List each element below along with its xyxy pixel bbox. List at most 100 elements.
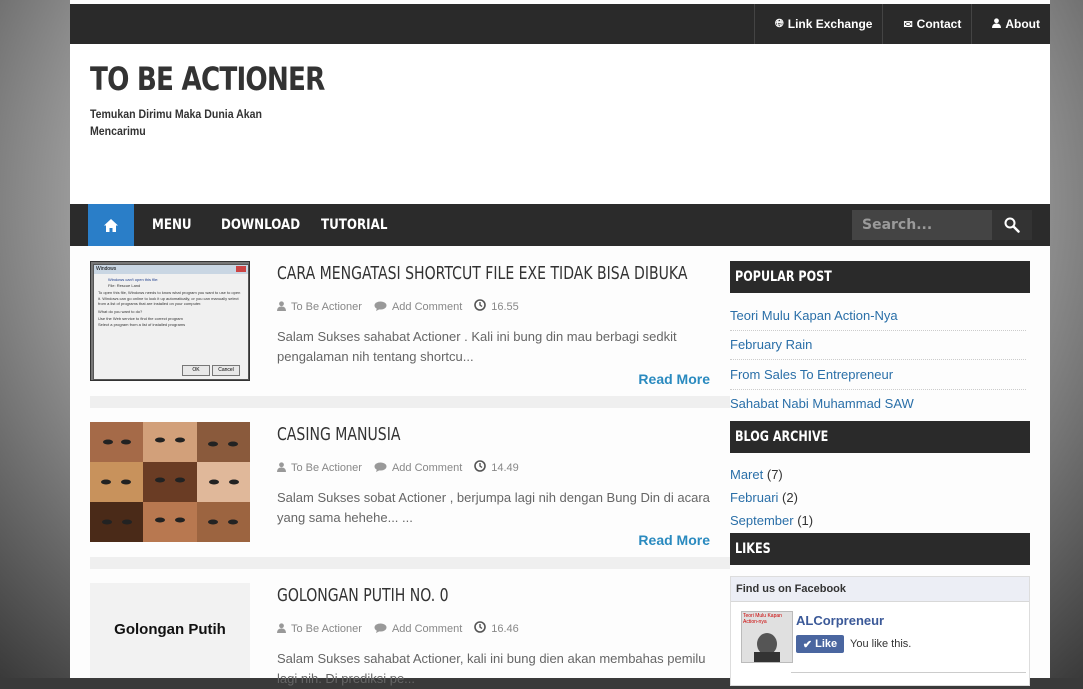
archive-count: (1) — [797, 513, 814, 528]
top-nav-link-exchange[interactable]: 🌐︎ Link Exchange — [753, 4, 883, 44]
add-comment-link[interactable]: Add Comment — [392, 301, 462, 313]
archive-item: Februari (2) — [730, 490, 798, 505]
facebook-page-name[interactable]: ALCorpreneur — [796, 613, 884, 628]
check-icon: ✔ — [802, 638, 813, 651]
popular-post-title: POPULAR POST — [730, 261, 1030, 293]
clock-icon — [474, 460, 487, 475]
globe-icon: 🌐︎ — [774, 17, 784, 30]
post-time: 16.55 — [491, 300, 519, 313]
facebook-like-button[interactable]: ✔ Like — [796, 635, 844, 653]
post-card: Golongan Putih GOLONGAN PUTIH NO. 0 To B… — [90, 583, 730, 686]
home-button[interactable] — [88, 204, 134, 246]
archive-count: (2) — [782, 490, 798, 505]
top-bar: 🌐︎ Link Exchange ✉ Contact About — [70, 4, 1050, 45]
post-meta: To Be Actioner Add Comment 14.49 — [277, 460, 531, 475]
nav-item-tutorial[interactable]: TUTORIAL — [321, 204, 387, 246]
post-meta: To Be Actioner Add Comment 16.55 — [277, 299, 531, 314]
facebook-page-avatar[interactable]: Teori Mulu Kapan Action-nya — [741, 611, 793, 663]
top-nav: 🌐︎ Link Exchange ✉ Contact About — [753, 4, 1050, 44]
archive-month-link[interactable]: Februari — [730, 490, 778, 505]
widget-title-text: POPULAR POST — [735, 269, 832, 285]
post-excerpt: Salam Sukses sahabat Actioner, kali ini … — [277, 651, 706, 686]
popular-post-link[interactable]: Teori Mulu Kapan Action-Nya — [730, 301, 1026, 331]
post-separator — [90, 557, 730, 569]
faces-collage-image — [90, 422, 250, 542]
blog-archive-title: BLOG ARCHIVE — [730, 421, 1030, 453]
search-icon — [1004, 217, 1020, 233]
post-title[interactable]: CARA MENGATASI SHORTCUT FILE EXE TIDAK B… — [277, 263, 687, 284]
post-excerpt: Salam Sukses sobat Actioner , berjumpa l… — [277, 490, 710, 525]
comment-icon — [374, 300, 387, 314]
site-title[interactable]: TO BE ACTIONER — [90, 60, 325, 98]
add-comment-link[interactable]: Add Comment — [392, 623, 462, 635]
popular-post-link[interactable]: Sahabat Nabi Muhammad SAW — [730, 389, 1026, 418]
home-icon — [104, 218, 118, 232]
dialog-file-name: Rescue Land — [116, 282, 141, 288]
user-icon — [277, 622, 286, 636]
popular-post-link[interactable]: From Sales To Entrepreneur — [730, 360, 1026, 390]
comment-icon — [374, 461, 387, 475]
archive-month-link[interactable]: Maret — [730, 467, 763, 482]
widget-title-text: BLOG ARCHIVE — [735, 429, 829, 445]
thumbnail-text: Golongan Putih — [114, 621, 226, 638]
top-nav-label: Contact — [916, 17, 962, 31]
user-icon — [277, 461, 286, 475]
post-time: 16.46 — [491, 622, 519, 635]
dialog-cancel: Cancel — [212, 365, 240, 376]
page-wrapper: 🌐︎ Link Exchange ✉ Contact About TO BE A… — [70, 0, 1050, 686]
nav-item-download[interactable]: DOWNLOAD — [221, 204, 300, 246]
dialog-question: What do you want to do? — [98, 308, 143, 314]
post-thumbnail[interactable] — [90, 422, 250, 542]
archive-month-link[interactable]: September — [730, 513, 794, 528]
popular-post-link[interactable]: February Rain — [730, 330, 1026, 360]
close-icon — [236, 266, 246, 272]
facebook-header: Find us on Facebook — [731, 577, 1029, 602]
dialog-file-label: File: — [108, 282, 116, 288]
top-nav-label: Link Exchange — [787, 17, 873, 31]
post-author[interactable]: To Be Actioner — [291, 301, 362, 313]
envelope-icon: ✉ — [903, 18, 913, 31]
clock-icon — [474, 621, 487, 636]
clock-icon — [474, 299, 487, 314]
read-more-link[interactable]: Read More — [638, 532, 710, 548]
main-nav: MENU DOWNLOAD TUTORIAL — [70, 204, 1050, 246]
search-button[interactable] — [992, 210, 1032, 240]
post-author[interactable]: To Be Actioner — [291, 623, 362, 635]
dialog-body: To open this file, Windows needs to know… — [98, 290, 241, 306]
user-icon — [277, 300, 286, 314]
post-thumbnail[interactable]: Windows Windows can't open this file: Fi… — [90, 261, 250, 381]
top-nav-label: About — [1005, 17, 1040, 31]
search-input[interactable] — [852, 210, 992, 240]
post-excerpt: Salam Sukses sahabat Actioner . Kali ini… — [277, 329, 677, 364]
site-header: TO BE ACTIONER Temukan Dirimu Maka Dunia… — [70, 44, 1050, 204]
post-card: CASING MANUSIA To Be Actioner Add Commen… — [90, 422, 730, 557]
likes-title: LIKES — [730, 533, 1030, 565]
post-title[interactable]: GOLONGAN PUTIH NO. 0 — [277, 585, 449, 606]
dialog-ok: OK — [182, 365, 210, 376]
top-nav-about[interactable]: About — [971, 4, 1050, 44]
archive-item: Maret (7) — [730, 467, 783, 482]
comment-icon — [374, 622, 387, 636]
post-author[interactable]: To Be Actioner — [291, 462, 362, 474]
post-meta: To Be Actioner Add Comment 16.46 — [277, 621, 531, 636]
read-more-link[interactable]: Read More — [638, 371, 710, 387]
dialog-option-2: Select a program from a list of installe… — [98, 321, 186, 327]
divider — [791, 672, 1026, 673]
top-nav-contact[interactable]: ✉ Contact — [882, 4, 971, 44]
add-comment-link[interactable]: Add Comment — [392, 462, 462, 474]
user-icon — [992, 17, 1002, 31]
site-description: Temukan Dirimu Maka Dunia Akan Mencarimu — [90, 107, 262, 138]
nav-item-menu[interactable]: MENU — [152, 204, 192, 246]
post-thumbnail[interactable]: Golongan Putih — [90, 583, 250, 678]
archive-item: September (1) — [730, 513, 813, 528]
avatar-text: Teori Mulu Kapan Action-nya — [743, 613, 782, 625]
post-separator — [90, 396, 730, 408]
like-label: Like — [815, 638, 838, 650]
post-time: 14.49 — [491, 461, 519, 474]
archive-count: (7) — [766, 467, 783, 482]
facebook-like-status: You like this. — [850, 638, 912, 650]
widget-title-text: LIKES — [735, 541, 771, 557]
facebook-like-box: Find us on Facebook Teori Mulu Kapan Act… — [730, 576, 1030, 686]
post-card: Windows Windows can't open this file: Fi… — [90, 261, 730, 396]
post-title[interactable]: CASING MANUSIA — [277, 424, 400, 445]
